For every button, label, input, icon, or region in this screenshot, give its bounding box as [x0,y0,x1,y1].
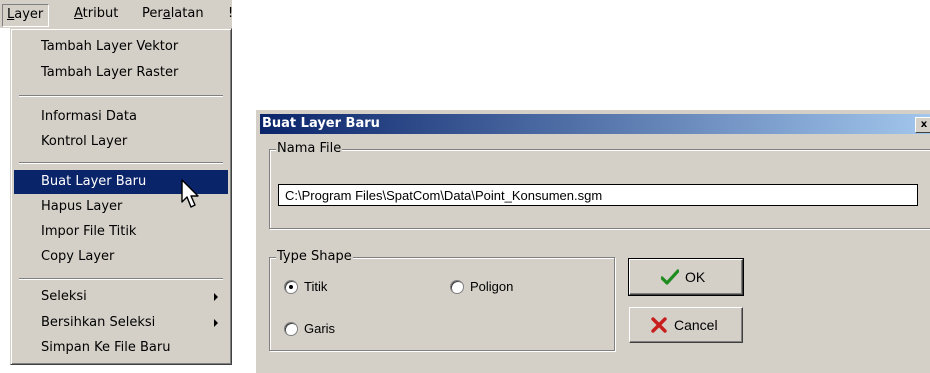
menu-atribut-rest: tribut [82,6,119,21]
radio-garis[interactable]: Garis [284,320,364,338]
cancel-button-label: Cancel [674,317,718,333]
close-icon[interactable]: x [915,117,930,133]
menu-item-tambah-layer-raster[interactable]: Tambah Layer Raster [14,61,228,85]
menu-separator [19,95,223,97]
radio-dot [284,322,298,336]
type-shape-group: Type Shape Titik Poligon Garis [269,249,615,351]
nama-file-group-label: Nama File [276,141,343,157]
menu-item-label: Informasi Data [41,109,137,124]
check-icon [661,269,679,285]
menu-atribut-accel: A [74,6,83,21]
menu-layer[interactable]: Layer [2,4,50,27]
radio-label: Poligon [470,279,514,294]
radio-poligon[interactable]: Poligon [450,278,550,296]
menu-item-label: Buat Layer Baru [41,174,147,189]
menu-item-seleksi[interactable]: Seleksi [14,285,228,309]
menu-item-label: Seleksi [41,289,87,304]
menu-item-bersihkan-seleksi[interactable]: Bersihkan Seleksi [14,311,228,335]
type-shape-group-label: Type Shape [276,249,353,265]
ok-button-label: OK [685,269,706,285]
menu-item-label: Tambah Layer Vektor [41,39,179,54]
menu-item-label: Copy Layer [41,249,115,264]
triangle-right-icon [214,319,218,327]
radio-dot-checked [284,280,298,294]
buat-layer-baru-dialog: Buat Layer Baru x Nama File Type Shape T… [256,110,930,373]
menu-item-informasi-data[interactable]: Informasi Data [14,105,228,129]
radio-dot [450,280,464,294]
ok-button[interactable]: OK [628,258,744,296]
triangle-right-icon [214,293,218,301]
menu-separator [19,162,223,164]
x-icon [651,317,667,333]
menu-item-copy-layer[interactable]: Copy Layer [14,245,228,269]
menu-peralatan[interactable]: Peralatan [142,7,204,21]
radio-label: Garis [304,321,336,336]
menu-item-impor-file-titik[interactable]: Impor File Titik [14,220,228,244]
menu-bar: Layer Atribut Peralatan ! [0,0,233,28]
dialog-title: Buat Layer Baru [262,116,380,131]
menu-item-tambah-layer-vektor[interactable]: Tambah Layer Vektor [14,35,228,59]
dialog-titlebar[interactable]: Buat Layer Baru x [260,114,930,134]
radio-titik[interactable]: Titik [284,278,364,296]
menu-item-label: Impor File Titik [41,224,137,239]
menu-atribut[interactable]: Atribut [74,7,118,21]
cancel-button[interactable]: Cancel [629,307,743,343]
menu-item-kontrol-layer[interactable]: Kontrol Layer [14,130,228,154]
menu-item-label: Tambah Layer Raster [41,65,179,80]
file-path-input[interactable] [278,184,918,206]
mouse-pointer-icon [181,179,199,208]
menu-separator [19,278,223,280]
menu-partial-item[interactable]: ! [228,7,233,21]
menu-layer-rest: ayer [14,7,44,22]
menu-item-simpan-ke-file-baru[interactable]: Simpan Ke File Baru [14,336,228,360]
menu-item-label: Hapus Layer [41,199,123,214]
menu-peralatan-pre: Per [142,6,163,21]
menu-peralatan-post: latan [170,6,204,21]
nama-file-group: Nama File [269,141,930,229]
menu-item-label: Kontrol Layer [41,134,128,149]
menu-peralatan-accel: a [162,6,171,21]
menu-item-label: Bersihkan Seleksi [41,315,156,330]
radio-label: Titik [304,279,328,294]
menu-item-label: Simpan Ke File Baru [41,340,171,355]
